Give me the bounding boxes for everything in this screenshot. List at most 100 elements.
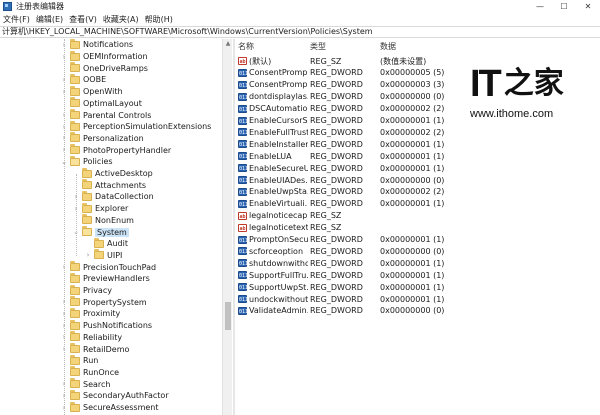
value-data: 0x00000001 (1)	[380, 116, 445, 125]
tree-node[interactable]: › PrecisionTouchPad	[60, 261, 156, 273]
tree-node[interactable]: › PropertySystem	[60, 296, 147, 308]
value-row[interactable]: 011 SupportUwpSt... REG_DWORD 0x00000001 (1…	[236, 281, 600, 293]
tree-node[interactable]: PreviewHandlers	[60, 272, 150, 285]
folder-icon	[70, 97, 80, 108]
folder-icon	[70, 132, 80, 143]
tree-node[interactable]: › Proximity	[60, 307, 121, 320]
folder-icon	[70, 354, 80, 365]
value-row[interactable]: 011shutdownwitho...REG_DWORD 0x00000001 (…	[236, 257, 600, 269]
tree-node[interactable]: NonEnum	[72, 214, 134, 227]
tree-node[interactable]: › PerceptionSimulationExtensions	[60, 120, 212, 133]
tree-node[interactable]: OptimalLayout	[60, 97, 142, 110]
menu-help[interactable]: 帮助(H)	[142, 14, 176, 25]
tree-node[interactable]: Run	[60, 354, 99, 367]
value-type: REG_DWORD	[310, 104, 363, 114]
tree-node-label: Policies	[83, 157, 113, 167]
folder-icon	[70, 319, 80, 330]
scroll-up-arrow-icon[interactable]: ▲	[223, 39, 233, 48]
tree-node[interactable]: › DataCollection	[72, 190, 154, 203]
menu-edit[interactable]: 编辑(E)	[33, 14, 66, 25]
tree-node[interactable]: › SecureAssessment	[60, 401, 159, 414]
tree-node[interactable]: › SecondaryAuthFactor	[60, 389, 169, 402]
value-row[interactable]: ablegalnoticecap...REG_SZ	[236, 210, 600, 222]
tree-node[interactable]: › Parental Controls	[60, 109, 151, 121]
menu-file[interactable]: 文件(F)	[0, 14, 33, 25]
tree-node[interactable]: › PushNotifications	[60, 319, 152, 332]
registry-editor-icon	[3, 2, 12, 11]
tree-node[interactable]: › Reliability	[60, 331, 122, 344]
folder-icon	[82, 167, 92, 178]
tree-node[interactable]: ⌄ System	[72, 226, 129, 238]
tree-node[interactable]: › Search	[60, 378, 110, 390]
column-header-type[interactable]: 类型	[310, 41, 326, 52]
value-type: REG_DWORD	[310, 151, 363, 161]
tree-node[interactable]: › UIPI	[84, 249, 122, 262]
tree-node-label: Run	[83, 356, 99, 366]
value-type: REG_DWORD	[310, 199, 363, 209]
tree-node-label: Audit	[107, 239, 128, 249]
value-row[interactable]: ab legalnoticetext REG_SZ	[236, 222, 600, 234]
value-row[interactable]: 011EnableFullTrust...REG_DWORD 0x00000002…	[236, 126, 600, 138]
value-name: undockwithout...	[249, 294, 308, 304]
tree-node[interactable]: Privacy	[60, 284, 112, 297]
tree-node[interactable]: RunOnce	[60, 366, 119, 379]
value-type: REG_DWORD	[310, 282, 363, 292]
tree-scrollbar[interactable]: ▲	[222, 39, 232, 415]
menu-view[interactable]: 查看(V)	[66, 14, 100, 25]
maximize-button[interactable]: ☐	[552, 0, 576, 13]
tree-node[interactable]: › OOBE	[60, 73, 106, 86]
tree-node[interactable]: › Notifications	[60, 39, 133, 51]
value-row[interactable]: 011undockwithout...REG_DWORD 0x00000001 (…	[236, 293, 600, 305]
tree-node[interactable]: › RetailDemo	[60, 343, 129, 355]
tree-node[interactable]: ActiveDesktop	[72, 167, 153, 180]
value-row[interactable]: 011 SupportFullTru... REG_DWORD 0x00000001 …	[236, 269, 600, 281]
value-name: ConsentPromp...	[249, 68, 308, 78]
tree-node[interactable]: OneDriveRamps	[60, 62, 148, 74]
value-row[interactable]: 011PromptOnSecu...REG_DWORD 0x00000001 (1…	[236, 234, 600, 246]
value-type: REG_DWORD	[310, 246, 363, 256]
dword-value-icon: 011	[238, 235, 249, 244]
pane-splitter[interactable]	[233, 39, 235, 415]
value-name: SupportFullTru...	[249, 270, 308, 280]
value-row[interactable]: 011 scforceoption REG_DWORD 0x00000000 (0)	[236, 245, 600, 257]
tree-node[interactable]: ⌄ Policies	[60, 155, 113, 168]
folder-icon	[70, 378, 80, 389]
tree-node[interactable]: › OEMInformation	[60, 50, 148, 63]
dword-value-icon: 011	[238, 92, 249, 101]
value-name: ValidateAdmin...	[249, 306, 308, 316]
tree-node[interactable]: › Explorer	[72, 202, 128, 215]
value-type: REG_DWORD	[310, 270, 363, 280]
dword-value-icon: 011	[238, 68, 249, 77]
tree-node-label: OneDriveRamps	[83, 63, 148, 73]
dword-value-icon: 011	[238, 295, 249, 303]
address-bar[interactable]: 计算机\HKEY_LOCAL_MACHINE\SOFTWARE\Microsof…	[0, 26, 600, 38]
minimize-button[interactable]: —	[528, 0, 552, 13]
value-name: legalnoticetext	[249, 223, 308, 233]
tree-node[interactable]: › Personalization	[60, 132, 144, 145]
value-row[interactable]: 011EnableSecureU...REG_DWORD 0x00000001 (…	[236, 162, 600, 174]
value-name: (默认)	[249, 56, 272, 66]
folder-icon	[82, 179, 92, 190]
value-row[interactable]: 011 EnableUwpSta... REG_DWORD 0x00000002 (2…	[236, 186, 600, 198]
tree-node-label: PerceptionSimulationExtensions	[83, 122, 212, 132]
value-row[interactable]: 011 EnableLUA REG_DWORD 0x00000001 (1)	[236, 150, 600, 162]
tree-node[interactable]: › OpenWith	[60, 85, 123, 98]
column-header-name[interactable]: 名称	[238, 41, 254, 52]
value-row[interactable]: 011 EnableVirtuali... REG_DWORD 0x00000001 …	[236, 198, 600, 210]
close-button[interactable]: ✕	[576, 0, 600, 13]
value-name: EnableCursorS...	[249, 116, 308, 125]
column-header-data[interactable]: 数据	[380, 41, 396, 52]
tree-node-label: Proximity	[83, 309, 121, 319]
chevron-right-icon[interactable]: ›	[84, 251, 92, 259]
tree-node[interactable]: › PhotoPropertyHandler	[60, 144, 171, 156]
value-row[interactable]: 011 EnableUIADes... REG_DWORD 0x00000000 (0…	[236, 174, 600, 186]
tree-node[interactable]: Attachments	[72, 179, 146, 191]
value-row[interactable]: 011 ValidateAdmin... REG_DWORD 0x00000000 (…	[236, 305, 600, 317]
value-name: EnableUIADes...	[249, 175, 308, 185]
value-row[interactable]: 011EnableInstaller...REG_DWORD 0x00000001…	[236, 138, 600, 150]
tree-node[interactable]: Audit	[84, 237, 128, 250]
tree-node-label: OpenWith	[83, 87, 123, 97]
menu-favorites[interactable]: 收藏夹(A)	[100, 14, 142, 25]
scrollbar-thumb[interactable]	[225, 302, 231, 330]
dword-value-icon: 011	[238, 128, 249, 137]
